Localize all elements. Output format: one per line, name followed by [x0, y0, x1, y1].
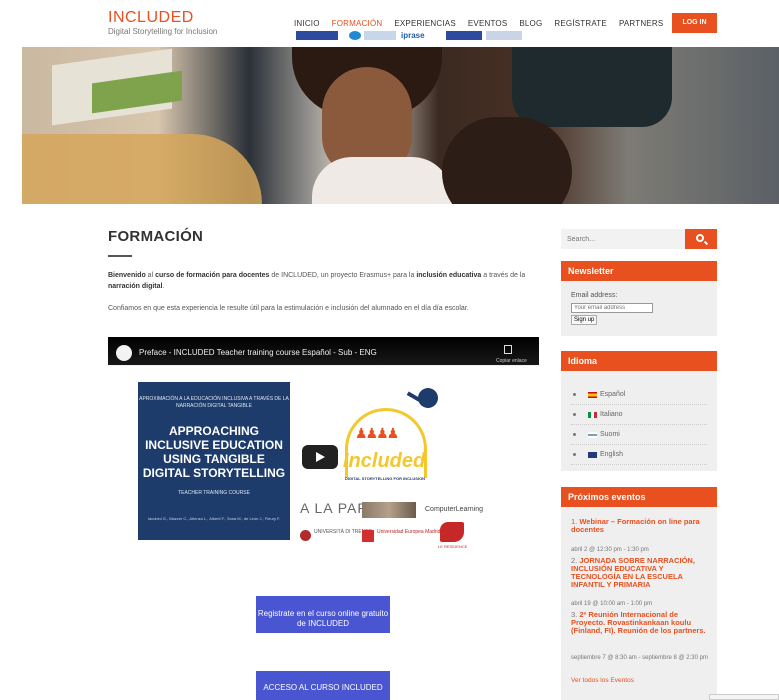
event-date: abril 19 @ 10:00 am - 1:00 pm — [571, 601, 653, 607]
language-item-it[interactable]: Italiano — [571, 405, 707, 425]
language-item-es[interactable]: Español — [571, 385, 707, 405]
language-label: Español — [600, 391, 626, 398]
register-course-button[interactable]: Registrate en el curso online gratuito d… — [256, 596, 390, 633]
bullet-icon — [573, 453, 576, 456]
partner-logo-ministry — [364, 31, 396, 40]
language-item-fi[interactable]: Suomi — [571, 425, 707, 445]
eu-cofunded-logo — [446, 31, 482, 40]
intro-paragraph: Bienvenido al curso de formación para do… — [108, 270, 533, 292]
hero-table — [22, 134, 262, 204]
alapar-logo: A LA PAR — [300, 500, 369, 516]
email-field[interactable] — [571, 303, 653, 313]
intro-text: al — [145, 272, 156, 279]
newsletter-title: Newsletter — [561, 261, 717, 281]
slide-course-label: TEACHER TRAINING COURSE — [178, 490, 250, 496]
logo-title: INCLUDED — [108, 9, 194, 26]
partner-photo-logo — [362, 502, 416, 518]
slide-subheading: APROXIMACIÓN A LA EDUCACIÓN INCLUSIVA A … — [139, 396, 289, 409]
nav-item-blog[interactable]: BLOG — [519, 19, 542, 28]
nav-item-eventos[interactable]: EVENTOS — [468, 19, 508, 28]
video-title[interactable]: Preface - INCLUDED Teacher training cour… — [139, 348, 377, 357]
hero-child-shirt — [312, 157, 452, 204]
nav-item-inicio[interactable]: INICIO — [294, 19, 320, 28]
course-slide-panel: APROXIMACIÓN A LA EDUCACIÓN INCLUSIVA A … — [138, 382, 290, 540]
language-item-en[interactable]: English — [571, 445, 707, 465]
channel-avatar[interactable] — [116, 345, 132, 361]
included-logo-subtitle: DIGITAL STORYTELLING FOR INCLUSION — [345, 476, 426, 481]
main-nav: INICIO FORMACIÓN EXPERIENCIAS EVENTOS BL… — [294, 19, 663, 28]
intro-bold-welcome: Bienvenido — [108, 272, 146, 279]
people-icon: ♟♟♟♟ — [355, 425, 399, 441]
language-widget: Idioma Español Italiano Suomi English — [561, 351, 717, 471]
events-title: Próximos eventos — [561, 487, 717, 507]
uem-icon — [362, 530, 374, 542]
event-date: septiembre 7 @ 8:30 am - septiembre 8 @ … — [571, 655, 708, 661]
signup-button[interactable]: Sign up — [571, 315, 598, 325]
uem-logo: Universidad Europea Madrid — [377, 529, 441, 535]
login-button[interactable]: LOG IN — [672, 13, 717, 33]
corner-badge — [709, 694, 779, 700]
italy-flag-icon — [588, 411, 597, 418]
erasmus-logo — [296, 31, 338, 40]
events-widget: Próximos eventos 1. Webinar – Formación … — [561, 487, 717, 700]
event-date: abril 2 @ 12:30 pm - 1:30 pm — [571, 547, 649, 553]
computerlearning-logo: ComputerLearning — [425, 506, 483, 513]
hero-second-child — [442, 117, 572, 204]
partner-logo-circle — [349, 31, 361, 40]
event-title: 2ª Reunión Internacional de Proyecto. Ro… — [571, 610, 706, 635]
slide-heading: APPROACHING INCLUSIVE EDUCATION USING TA… — [142, 424, 286, 480]
spain-flag-icon — [588, 391, 597, 398]
nav-item-formacion[interactable]: FORMACIÓN — [332, 19, 383, 28]
event-item[interactable]: 1. Webinar – Formación on line para doce… — [571, 518, 711, 534]
search-icon — [696, 234, 704, 242]
language-label: English — [600, 451, 623, 458]
play-button-icon[interactable] — [302, 445, 338, 469]
language-title: Idioma — [561, 351, 717, 371]
nav-item-partners[interactable]: PARTNERS — [619, 19, 663, 28]
newsletter-widget: Newsletter Email address: Sign up — [561, 261, 717, 336]
bullet-icon — [573, 393, 576, 396]
event-item[interactable]: 2. JORNADA SOBRE NARRACIÓN, INCLUSIÓN ED… — [571, 557, 711, 589]
language-list: Español Italiano Suomi English — [561, 371, 717, 465]
residence-icon — [440, 522, 464, 542]
slide-authors: Iacobini G., Mazzer C., Atienza L., Albe… — [147, 516, 281, 521]
uk-flag-icon — [588, 451, 597, 458]
bullet-icon — [573, 413, 576, 416]
intro-text: a través de la — [481, 272, 526, 279]
trento-seal-icon — [300, 530, 311, 541]
copy-link-icon[interactable] — [504, 345, 512, 354]
title-divider — [108, 255, 132, 257]
nav-item-registrate[interactable]: REGÍSTRATE — [554, 19, 607, 28]
intro-bold-course: curso de formación para docentes — [155, 272, 270, 279]
intro-bold-inclusion: inclusión educativa — [416, 272, 482, 279]
event-title: JORNADA SOBRE NARRACIÓN, INCLUSIÓN EDUCA… — [571, 556, 695, 589]
nav-item-experiencias[interactable]: EXPERIENCIAS — [394, 19, 456, 28]
view-all-events-link[interactable]: Ver todos los Eventos — [571, 677, 634, 684]
partner-logo-gray — [486, 31, 522, 40]
residence-logo: LE RESIDENCE — [438, 544, 468, 549]
page-title: FORMACIÓN — [108, 228, 204, 245]
language-label: Italiano — [600, 411, 623, 418]
iprase-logo: iprase — [401, 31, 425, 40]
intro-text: de INCLUDED, un proyecto Erasmus+ para l… — [269, 272, 417, 279]
hero-image — [22, 47, 779, 204]
intro-paragraph-2: Confiamos en que esta experiencia le res… — [108, 305, 469, 312]
access-course-button[interactable]: ACCESO AL CURSO INCLUDED — [256, 671, 390, 700]
event-title: Webinar – Formación on line para docente… — [571, 517, 700, 534]
intro-bold-narration: narración digital — [108, 283, 163, 290]
hero-chair — [512, 47, 672, 127]
email-label: Email address: — [571, 292, 618, 299]
search-button[interactable] — [685, 229, 717, 249]
event-item[interactable]: 3. 2ª Reunión Internacional de Proyecto.… — [571, 611, 711, 635]
finland-flag-icon — [588, 431, 597, 438]
included-logo-word: Included — [343, 450, 426, 472]
language-label: Suomi — [600, 431, 620, 438]
intro-text: . — [162, 283, 165, 290]
bullet-icon — [573, 433, 576, 436]
site-logo[interactable]: INCLUDED Digital Storytelling for Inclus… — [108, 9, 217, 36]
logo-subtitle: Digital Storytelling for Inclusion — [108, 27, 218, 36]
copy-link-label[interactable]: Copiar enlace — [496, 358, 527, 364]
search-input[interactable] — [561, 229, 685, 249]
